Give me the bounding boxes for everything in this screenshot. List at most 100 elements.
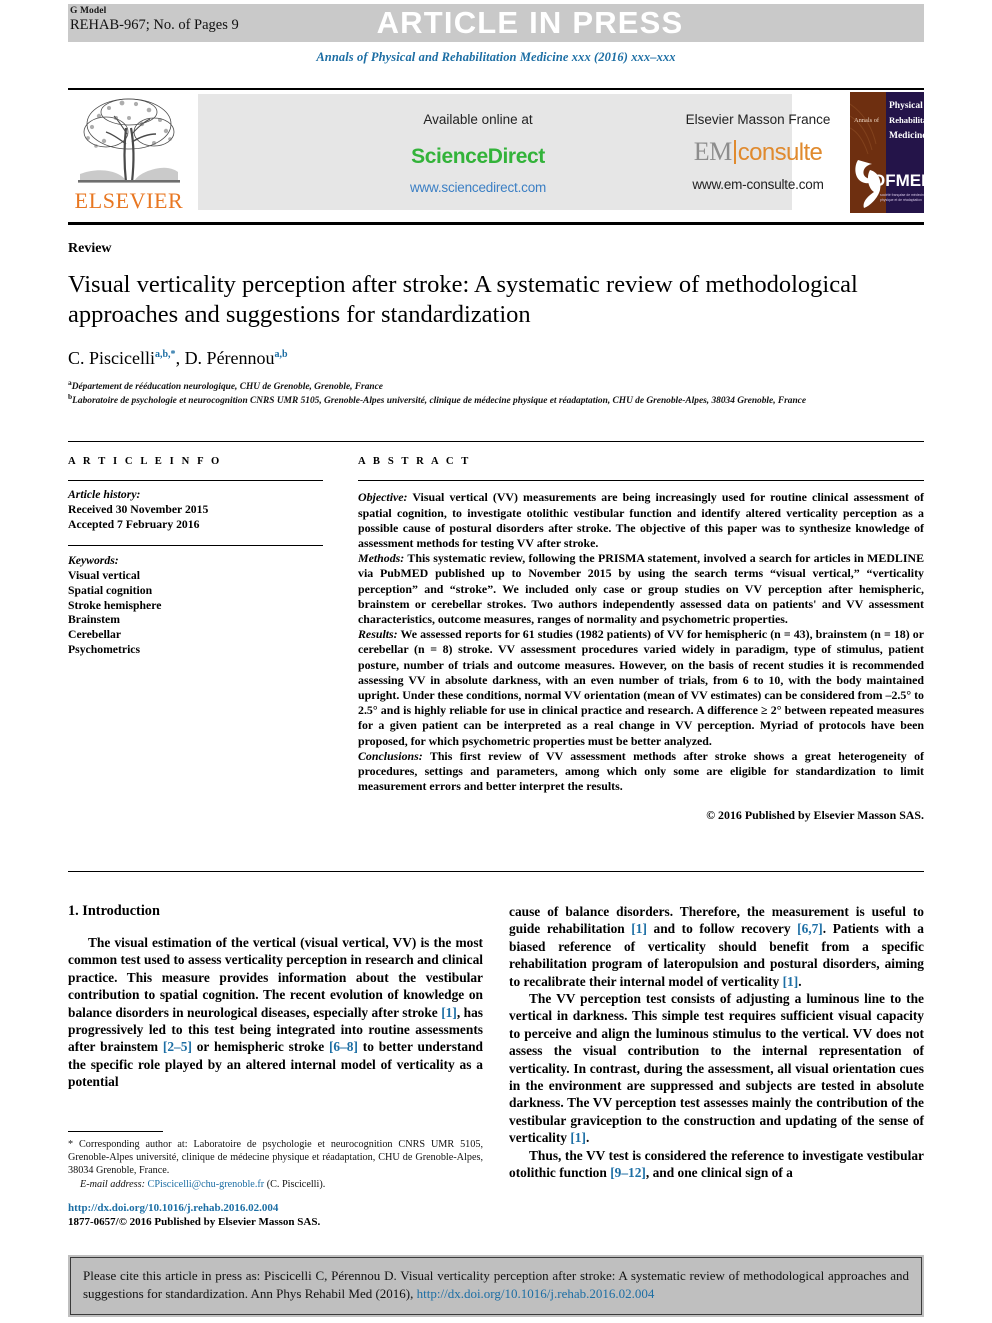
- article-info-rule-1: [68, 480, 323, 482]
- article-info-heading: A R T I C L E I N F O: [68, 456, 222, 467]
- intro-paragraph-right-2: The VV perception test consists of adjus…: [509, 990, 924, 1147]
- doi-and-issn-block: http://dx.doi.org/10.1016/j.rehab.2016.0…: [68, 1201, 498, 1229]
- keyword-item: Visual vertical: [68, 568, 140, 582]
- svg-text:Medicine: Medicine: [889, 131, 924, 141]
- keywords-label: Keywords:: [68, 554, 119, 568]
- svg-text:physique et de réadaptation: physique et de réadaptation: [880, 198, 922, 202]
- em-consulte-consulte-text: consulte: [737, 139, 823, 166]
- svg-text:Rehabilitation: Rehabilitation: [889, 115, 924, 125]
- svg-text:Physical &: Physical &: [889, 101, 924, 111]
- citation-ref[interactable]: [1]: [631, 921, 647, 936]
- email-address-label: E-mail address:: [80, 1178, 145, 1190]
- abstract-bottom-rule: [68, 871, 924, 873]
- sofmer-journal-cover: Physical & Rehabilitation Medicine Annal…: [850, 92, 924, 213]
- intro-right-text-d: .: [798, 973, 802, 989]
- email-owner: (C. Piscicelli).: [264, 1178, 326, 1190]
- intro-left-text-c: or hemispheric stroke: [191, 1039, 329, 1055]
- cite-doi-link[interactable]: http://dx.doi.org/10.1016/j.rehab.2016.0…: [417, 1286, 655, 1301]
- intro-right3-text-b: , and one clinical sign of a: [645, 1165, 793, 1181]
- keyword-item: Spatial cognition: [68, 583, 153, 597]
- svg-text:OFMER: OFMER: [872, 171, 924, 190]
- body-column-left: 1. Introduction The visual estimation of…: [68, 903, 483, 1091]
- issn-copyright-line: 1877-0657/© 2016 Published by Elsevier M…: [68, 1216, 321, 1228]
- citation-ref[interactable]: [1]: [570, 1130, 586, 1145]
- article-history-block: Article history: Received 30 November 20…: [68, 488, 323, 532]
- author-affil-marker-1: a,b,*: [155, 349, 176, 360]
- abstract-methods-text: This systematic review, following the PR…: [358, 551, 924, 627]
- author-name-1: C. Piscicelli: [68, 348, 155, 368]
- body-column-right: cause of balance disorders. Therefore, t…: [509, 903, 924, 1182]
- abstract-conclusions: Conclusions: This first review of VV ass…: [358, 749, 924, 795]
- affiliation-text-b: Laboratoire de psychologie et neurocogni…: [72, 396, 807, 407]
- article-in-press-text: ARTICLE IN PRESS: [376, 5, 684, 40]
- cite-this-article-text: Please cite this article in press as: Pi…: [70, 1257, 922, 1315]
- footnote-corresponding-text: Corresponding author at: Laboratoire de …: [68, 1139, 483, 1177]
- abstract-rule: [358, 480, 924, 482]
- em-consulte-em-text: EM: [693, 137, 733, 166]
- keyword-item: Cerebellar: [68, 628, 122, 642]
- intro-paragraph-left: The visual estimation of the vertical (v…: [68, 934, 483, 1091]
- accepted-date: Accepted 7 February 2016: [68, 517, 200, 531]
- masthead-top-rule: [68, 88, 924, 90]
- svg-text:Annals of: Annals of: [854, 117, 880, 124]
- abstract-conclusions-label: Conclusions:: [358, 748, 423, 763]
- author-name-2: D. Pérennou: [184, 348, 275, 368]
- intro-left-text-a: The visual estimation of the vertical (v…: [68, 935, 483, 1020]
- intro-right2-text-b: .: [585, 1130, 590, 1146]
- g-model-label: G Model: [70, 6, 107, 16]
- available-online-label: Available online at: [423, 112, 533, 127]
- keywords-block: Keywords: Visual vertical Spatial cognit…: [68, 554, 323, 658]
- citation-ref[interactable]: [1]: [783, 974, 799, 989]
- online-availability-banner: Available online at ScienceDirect www.sc…: [198, 94, 830, 210]
- elsevier-logo: ELSEVIER: [68, 92, 190, 217]
- abstract-conclusions-text: This first review of VV assessment metho…: [358, 748, 924, 794]
- received-date: Received 30 November 2015: [68, 503, 209, 517]
- keyword-item: Brainstem: [68, 613, 120, 627]
- citation-ref[interactable]: [1]: [441, 1005, 457, 1020]
- author-email-link[interactable]: CPiscicelli@chu-grenoble.fr: [148, 1179, 265, 1190]
- article-page: G Model REHAB-967; No. of Pages 9 ARTICL…: [0, 0, 992, 1323]
- citation-ref[interactable]: [6–8]: [329, 1039, 358, 1054]
- page-title: Visual verticality perception after stro…: [68, 271, 858, 328]
- article-info-rule-2: [68, 544, 323, 547]
- cite-this-article-box: Please cite this article in press as: Pi…: [68, 1255, 924, 1317]
- sciencedirect-block: Available online at ScienceDirect www.sc…: [348, 112, 608, 195]
- introduction-heading: 1. Introduction: [68, 903, 160, 919]
- citation-ref[interactable]: [2–5]: [163, 1039, 192, 1054]
- masthead: ELSEVIER Available online at ScienceDire…: [68, 92, 924, 217]
- abstract-top-rule: [68, 441, 924, 443]
- manuscript-id: REHAB-967; No. of Pages 9: [70, 17, 239, 33]
- abstract-copyright: © 2016 Published by Elsevier Masson SAS.: [706, 808, 924, 823]
- abstract-objective: Objective: Visual vertical (VV) measurem…: [358, 490, 924, 551]
- abstract-objective-text: Visual vertical (VV) measurements are be…: [358, 490, 924, 550]
- abstract-heading: A B S T R A C T: [358, 456, 471, 467]
- svg-text:société française de médecine: société française de médecine: [880, 193, 924, 197]
- intro-right-text-b: and to follow recovery: [646, 921, 798, 937]
- journal-citation-line: Annals of Physical and Rehabilitation Me…: [316, 50, 676, 64]
- masthead-bottom-rule: [68, 222, 924, 226]
- abstract-objective-label: Objective:: [358, 490, 408, 505]
- citation-ref[interactable]: [6,7]: [797, 921, 823, 936]
- author-affil-marker-2: a,b: [274, 349, 288, 360]
- article-info-column: A R T I C L E I N F O Article history: R…: [68, 456, 323, 658]
- sciencedirect-url[interactable]: www.sciencedirect.com: [348, 180, 608, 195]
- abstract-results-label: Results:: [358, 627, 398, 642]
- elsevier-wordmark: ELSEVIER: [74, 188, 184, 213]
- keyword-item: Stroke hemisphere: [68, 598, 162, 612]
- abstract-results: Results: We assessed reports for 61 stud…: [358, 627, 924, 749]
- article-history-label: Article history:: [68, 488, 141, 502]
- intro-right2-text-a: The VV perception test consists of adjus…: [509, 991, 924, 1146]
- intro-paragraph-right-3: Thus, the VV test is considered the refe…: [509, 1147, 924, 1182]
- intro-paragraph-right-1: cause of balance disorders. Therefore, t…: [509, 903, 924, 990]
- sciencedirect-logo: ScienceDirect: [411, 145, 545, 168]
- abstract-methods-label: Methods:: [358, 551, 405, 566]
- corresponding-author-footnote: * Corresponding author at: Laboratoire d…: [68, 1138, 483, 1191]
- footnote-email-line: E-mail address: CPiscicelli@chu-grenoble…: [68, 1178, 483, 1191]
- em-consulte-divider: [733, 140, 736, 164]
- author-list: C. Piscicellia,b,*, D. Pérennoua,b: [68, 348, 288, 368]
- keyword-item: Psychometrics: [68, 642, 141, 656]
- citation-ref[interactable]: [9–12]: [610, 1165, 646, 1180]
- elsevier-tree-icon: [74, 94, 184, 186]
- doi-link[interactable]: http://dx.doi.org/10.1016/j.rehab.2016.0…: [68, 1201, 498, 1215]
- article-type-label: Review: [68, 241, 112, 256]
